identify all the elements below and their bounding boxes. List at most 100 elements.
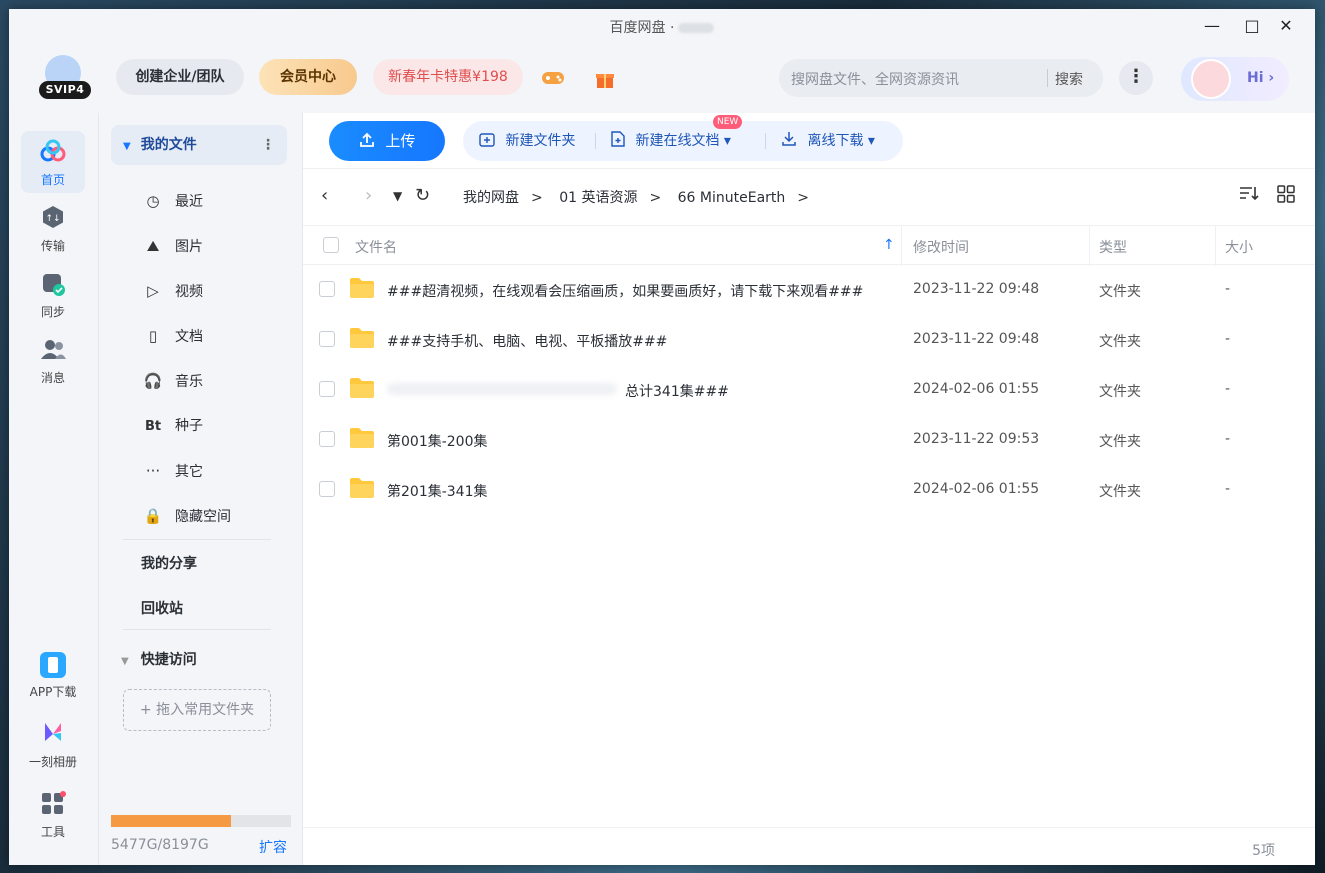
expand-storage-link[interactable]: 扩容 xyxy=(259,837,287,857)
sidebar-item-my-share[interactable]: 我的分享 xyxy=(141,553,197,573)
row-checkbox[interactable] xyxy=(319,481,335,497)
table-row[interactable]: 第201集-341集 2024-02-06 01:55 文件夹 - xyxy=(303,465,1315,515)
breadcrumb-item[interactable]: 66 MinuteEarth xyxy=(678,190,786,206)
breadcrumb-item[interactable]: 01 英语资源 xyxy=(559,190,637,206)
user-avatar[interactable]: SVIP4 xyxy=(39,55,91,101)
table-row[interactable]: 第001集-200集 2023-11-22 09:53 文件夹 - xyxy=(303,415,1315,465)
row-checkbox[interactable] xyxy=(319,331,335,347)
new-folder-button[interactable]: 新建文件夹 xyxy=(479,121,575,161)
file-size: - xyxy=(1225,431,1231,447)
sort-icon[interactable] xyxy=(1239,185,1259,206)
maximize-button[interactable]: □ xyxy=(1237,13,1267,39)
file-name[interactable]: ###超清视频，在线观看会压缩画质，如果要画质好，请下载下来观看### xyxy=(387,281,863,301)
sidebar-item-other[interactable]: ··· 其它 xyxy=(143,459,203,483)
column-divider[interactable] xyxy=(1215,226,1216,266)
create-enterprise-button[interactable]: 创建企业/团队 xyxy=(116,59,244,95)
select-all-checkbox[interactable] xyxy=(323,237,339,253)
search-input[interactable]: 搜网盘文件、全网资源资讯 xyxy=(791,69,959,89)
rail-label-sync: 同步 xyxy=(40,305,65,319)
bt-icon: Bt xyxy=(144,419,162,434)
search-divider xyxy=(1047,69,1048,87)
file-name[interactable]: 第001集-200集 xyxy=(387,431,488,451)
sidebar-item-recent[interactable]: ◷ 最近 xyxy=(143,189,203,213)
file-type: 文件夹 xyxy=(1099,484,1141,500)
new-folder-icon xyxy=(479,133,499,149)
rail-item-home[interactable]: 首页 xyxy=(21,131,85,193)
more-menu-button[interactable]: ⋮ xyxy=(1119,61,1153,95)
breadcrumb-separator-icon: > xyxy=(649,190,662,206)
minimize-button[interactable]: — xyxy=(1197,13,1227,39)
file-modified: 2023-11-22 09:48 xyxy=(913,331,1040,347)
assistant-button[interactable]: Hi › xyxy=(1181,57,1289,101)
file-type: 文件夹 xyxy=(1099,334,1141,350)
new-doc-icon xyxy=(611,131,629,149)
sidebar-item-hidden-space[interactable]: 🔒 隐藏空间 xyxy=(143,504,231,528)
column-name[interactable]: 文件名 xyxy=(355,237,397,257)
promo-button[interactable]: 新春年卡特惠¥198 xyxy=(373,59,523,95)
storage-quota-bar xyxy=(111,815,291,827)
breadcrumb-item[interactable]: 我的网盘 xyxy=(463,190,519,206)
column-divider[interactable] xyxy=(901,226,902,266)
rail-item-tools[interactable]: 工具 xyxy=(21,783,85,845)
file-name[interactable]: 第201集-341集 xyxy=(387,481,488,501)
app-header: SVIP4 创建企业/团队 会员中心 新春年卡特惠¥198 搜网盘文件、全网资源… xyxy=(9,43,1315,113)
game-icon[interactable] xyxy=(541,69,565,89)
close-button[interactable]: ✕ xyxy=(1271,13,1301,39)
rail-item-album[interactable]: 一刻相册 xyxy=(21,713,85,775)
vip-center-button[interactable]: 会员中心 xyxy=(259,59,357,95)
phone-icon xyxy=(39,651,67,679)
back-arrow-icon[interactable]: ‹ xyxy=(321,185,328,206)
file-name[interactable]: 总计341集### xyxy=(625,381,729,401)
file-name[interactable]: ###支持手机、电脑、电视、平板播放### xyxy=(387,331,667,351)
column-size[interactable]: 大小 xyxy=(1225,237,1253,257)
history-dropdown-icon[interactable]: ▼ xyxy=(393,189,402,203)
refresh-icon[interactable]: ↻ xyxy=(415,185,430,206)
breadcrumb-separator-icon: > xyxy=(531,190,543,206)
row-checkbox[interactable] xyxy=(319,381,335,397)
quick-access-header[interactable]: ▼ 快捷访问 xyxy=(121,649,197,669)
svip-badge: SVIP4 xyxy=(39,81,91,99)
row-checkbox[interactable] xyxy=(319,281,335,297)
column-modified[interactable]: 修改时间 xyxy=(913,237,969,257)
table-row[interactable]: ###支持手机、电脑、电视、平板播放### 2023-11-22 09:48 文… xyxy=(303,315,1315,365)
row-checkbox[interactable] xyxy=(319,431,335,447)
item-count: 5项 xyxy=(1252,843,1275,859)
sort-ascending-icon[interactable]: ↑ xyxy=(883,237,895,253)
rail-item-sync[interactable]: 同步 xyxy=(21,263,85,325)
column-divider[interactable] xyxy=(1089,226,1090,266)
my-files-header[interactable]: ▼ 我的文件 ⋮ xyxy=(111,125,287,165)
sidebar-item-recycle-bin[interactable]: 回收站 xyxy=(141,598,183,618)
file-size: - xyxy=(1225,281,1231,297)
file-modified: 2023-11-22 09:53 xyxy=(913,431,1040,447)
sidebar-item-docs[interactable]: ▯ 文档 xyxy=(143,324,203,348)
table-row[interactable]: 总计341集### 2024-02-06 01:55 文件夹 - xyxy=(303,365,1315,415)
search-button[interactable]: 搜索 xyxy=(1055,69,1083,89)
rail-item-messages[interactable]: 消息 xyxy=(21,329,85,391)
search-box[interactable]: 搜网盘文件、全网资源资讯 搜索 xyxy=(779,59,1103,97)
grid-view-icon[interactable] xyxy=(1277,185,1295,208)
drop-common-folder-zone[interactable]: + 拖入常用文件夹 xyxy=(123,689,271,731)
gift-icon[interactable] xyxy=(593,69,617,89)
sidebar-item-torrents[interactable]: Bt 种子 xyxy=(143,414,203,438)
my-files-more-icon[interactable]: ⋮ xyxy=(261,125,275,165)
clock-icon: ◷ xyxy=(146,192,160,210)
sidebar-item-images[interactable]: ⛰ 图片 xyxy=(143,234,203,258)
new-online-doc-button[interactable]: 新建在线文档 ▾ xyxy=(611,121,731,161)
rail-item-app-download[interactable]: APP下载 xyxy=(21,643,85,705)
forward-arrow-icon[interactable]: › xyxy=(365,185,372,206)
left-rail: 首页 ↑↓ 传输 同步 消息 APP下载 一刻相册 工具 xyxy=(9,113,99,865)
folder-icon xyxy=(350,478,374,498)
sidebar-item-music[interactable]: 🎧 音乐 xyxy=(143,369,203,393)
rail-item-transfer[interactable]: ↑↓ 传输 xyxy=(21,197,85,259)
upload-button[interactable]: 上传 xyxy=(329,121,445,161)
headphones-icon: 🎧 xyxy=(143,372,163,390)
status-bar: 5项 xyxy=(303,827,1315,865)
offline-download-button[interactable]: 离线下载 ▾ xyxy=(781,121,875,161)
path-bar: ‹ › ▼ ↻ 我的网盘 > 01 英语资源 > 66 MinuteEarth > xyxy=(303,169,1315,225)
table-row[interactable]: ###超清视频，在线观看会压缩画质，如果要画质好，请下载下来观看### 2023… xyxy=(303,265,1315,315)
home-cloud-icon xyxy=(39,139,67,167)
new-badge: NEW xyxy=(713,115,743,129)
album-logo-icon xyxy=(39,721,67,749)
sidebar-item-videos[interactable]: ▷ 视频 xyxy=(143,279,203,303)
column-type[interactable]: 类型 xyxy=(1099,237,1127,257)
